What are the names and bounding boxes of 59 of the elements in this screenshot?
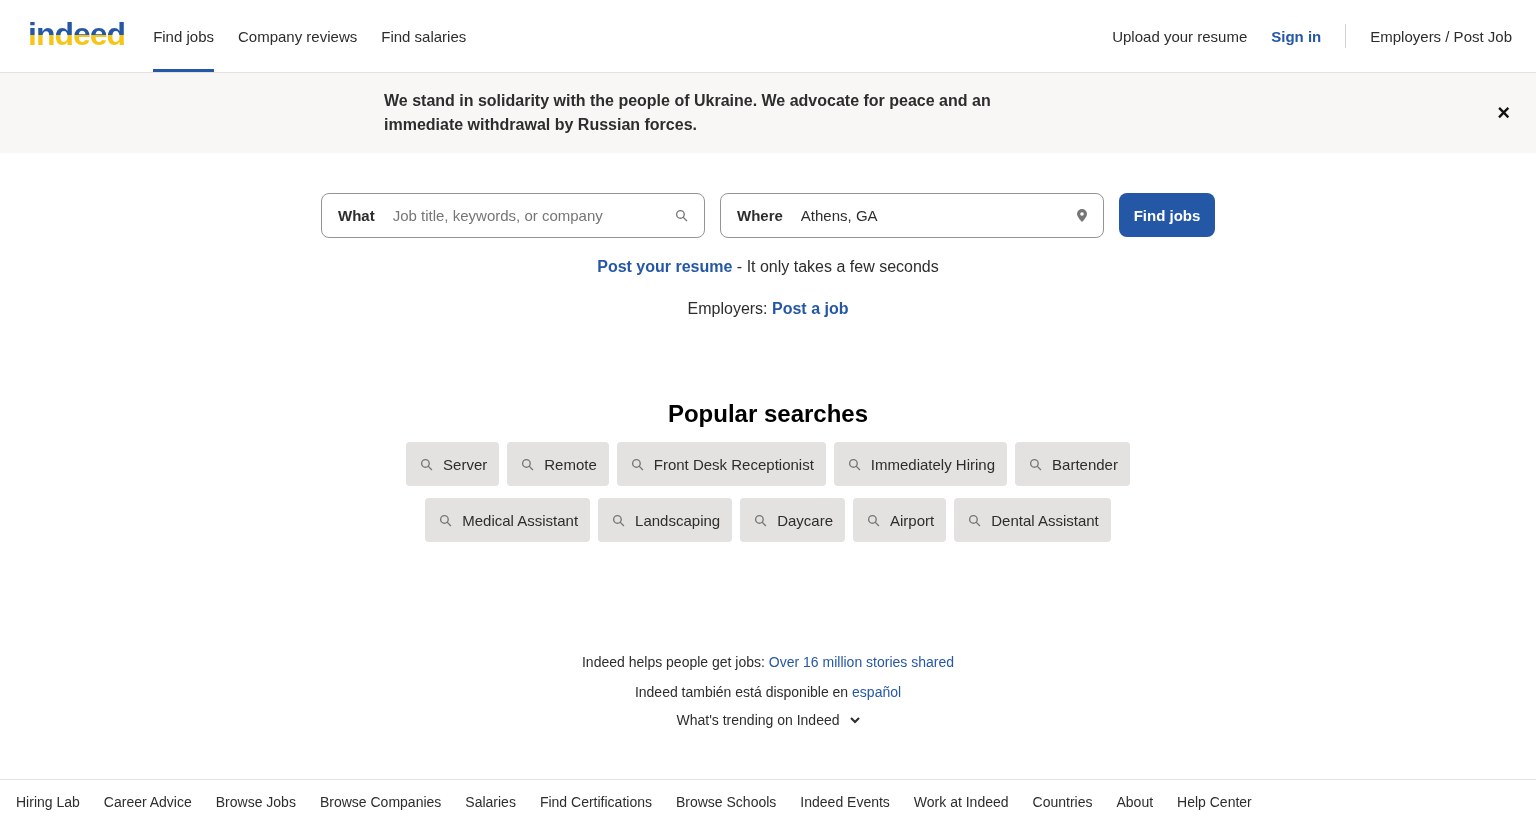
search-chip[interactable]: Medical Assistant (425, 498, 591, 542)
location-pin-icon (1077, 209, 1087, 222)
footer-link[interactable]: Career Advice (103, 794, 192, 810)
search-icon (439, 513, 453, 527)
search-chip[interactable]: Airport (853, 498, 947, 542)
search-icon (521, 457, 535, 471)
nav-tab[interactable]: Find salaries (381, 0, 467, 72)
post-job-link[interactable]: Post a job (772, 300, 849, 317)
location-input[interactable]: Athens, GA (798, 206, 1077, 225)
search-icon (968, 513, 982, 527)
footer-link[interactable]: Countries (1032, 794, 1093, 810)
chevron-down-icon (849, 716, 860, 724)
footer-link[interactable]: Help Center (1177, 794, 1252, 810)
search-icon (420, 457, 434, 471)
employers-link[interactable]: Employers / Post Job (1370, 27, 1512, 45)
sign-in-link[interactable]: Sign in (1271, 27, 1322, 45)
search-icon (754, 513, 768, 527)
what-field[interactable]: What Job title, keywords, or company (321, 193, 705, 238)
post-resume-link[interactable]: Post your resume (597, 258, 733, 275)
footer-link[interactable]: Find Certifications (539, 794, 652, 810)
footer-link[interactable]: Browse Schools (675, 794, 777, 810)
nav-tab[interactable]: Company reviews (238, 0, 358, 72)
info-text: Indeed también está disponible en (634, 684, 849, 700)
footer-link[interactable]: Indeed Events (800, 794, 890, 810)
upload-resume-link[interactable]: Upload your resume (1112, 27, 1248, 45)
footer-link[interactable]: Hiring Lab (16, 794, 80, 810)
find-jobs-button[interactable]: Find jobs (1119, 193, 1215, 237)
search-icon (867, 513, 881, 527)
footer-link[interactable]: Work at Indeed (913, 794, 1009, 810)
resume-tagline: - It only takes a few seconds (736, 258, 939, 275)
employers-label: Employers: (687, 300, 768, 317)
search-icon (847, 457, 861, 471)
search-chip[interactable]: Daycare (740, 498, 846, 542)
search-chip[interactable]: Front Desk Receptionist (616, 442, 826, 486)
search-icon (1029, 457, 1043, 471)
search-chip[interactable]: Dental Assistant (954, 498, 1111, 542)
search-icon (630, 457, 644, 471)
search-chip[interactable]: Server (406, 442, 500, 486)
search-chip[interactable]: Immediately Hiring (833, 442, 1008, 486)
where-field[interactable]: Where Athens, GA (720, 193, 1104, 238)
banner-text: We stand in solidarity with the people of Ukraine. We advocate for peace and an immediate withdrawal by Russian forces. (384, 91, 992, 135)
section-heading: Popular searches (666, 400, 870, 428)
footer-link[interactable]: About (1116, 794, 1154, 810)
footer-link[interactable]: Browse Jobs (215, 794, 296, 810)
field-label: Where (737, 207, 783, 224)
info-link[interactable]: Over 16 million stories shared (768, 654, 954, 670)
footer-link[interactable]: Browse Companies (319, 794, 442, 810)
search-chip[interactable]: Remote (507, 442, 609, 486)
search-chip[interactable]: Landscaping (598, 498, 733, 542)
footer-link[interactable]: Salaries (465, 794, 516, 810)
field-label: What (338, 207, 375, 224)
search-chip[interactable]: Bartender (1015, 442, 1130, 486)
info-text: Indeed helps people get jobs: (582, 654, 765, 670)
search-icon (612, 513, 626, 527)
close-button[interactable]: × (1491, 100, 1516, 126)
search-icon (675, 209, 688, 222)
job-search-input[interactable]: Job title, keywords, or company (390, 206, 675, 225)
trending-toggle[interactable]: What's trending on Indeed (670, 711, 866, 729)
info-link[interactable]: español (852, 684, 902, 700)
